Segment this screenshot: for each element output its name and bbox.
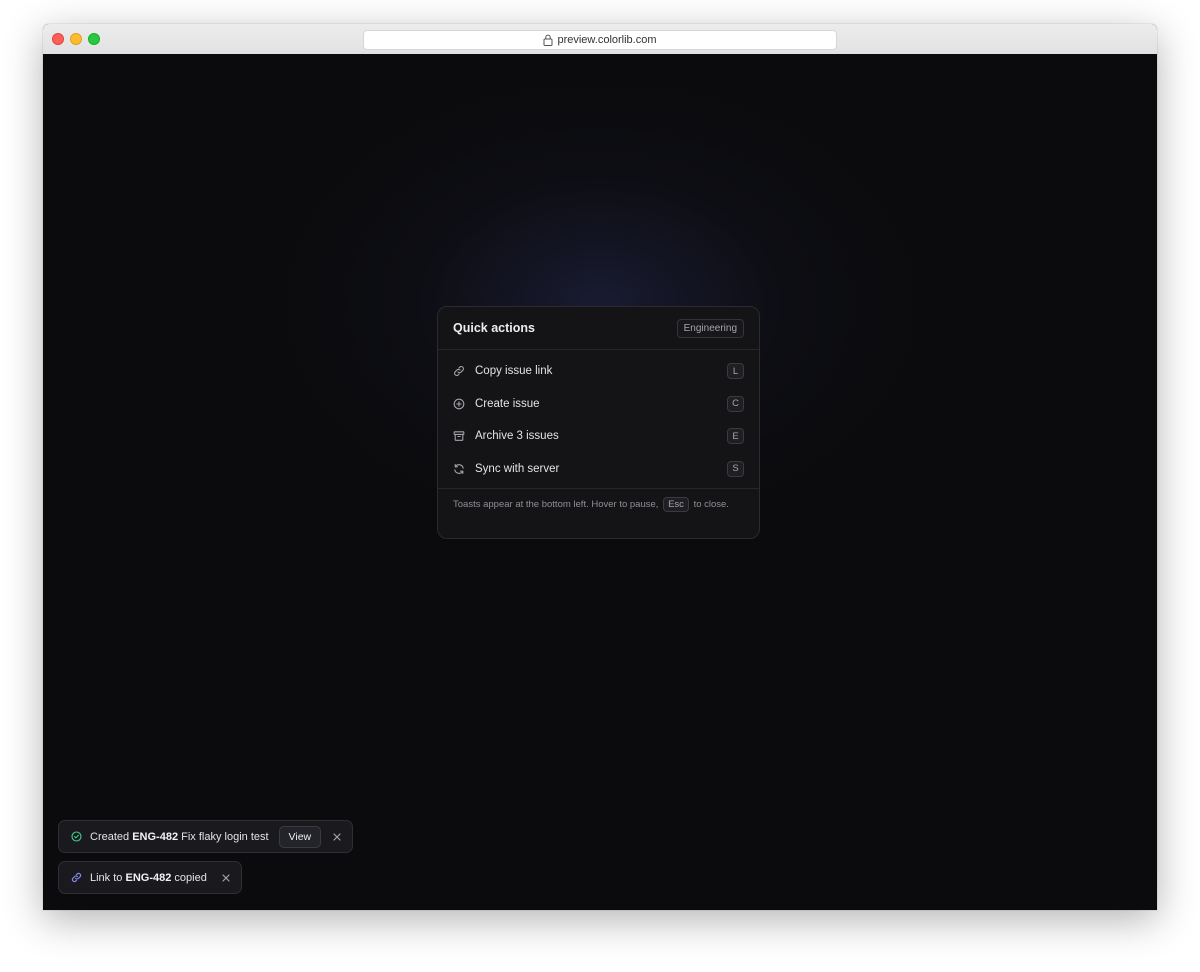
close-icon[interactable] — [221, 873, 231, 883]
toast-suffix: copied — [174, 871, 207, 884]
archive-icon — [453, 430, 465, 442]
action-sync-with-server[interactable]: Sync with server S — [438, 453, 759, 486]
browser-window: preview.colorlib.com Quick actions Engin… — [43, 24, 1157, 910]
action-label: Archive 3 issues — [475, 430, 559, 443]
action-copy-issue-link[interactable]: Copy issue link L — [438, 355, 759, 388]
shortcut-key: S — [727, 460, 744, 477]
minimize-window-button[interactable] — [70, 33, 82, 45]
shortcut-key: L — [727, 363, 744, 380]
toast-prefix: Link to — [90, 871, 123, 884]
plus-circle-icon — [453, 398, 465, 410]
action-label: Create issue — [475, 397, 540, 410]
toast-message: Link to ENG-482 copied — [90, 872, 207, 884]
maximize-window-button[interactable] — [88, 33, 100, 45]
footer-text-end: to close. — [693, 499, 729, 510]
link-icon — [71, 872, 82, 883]
link-icon — [453, 365, 465, 377]
shortcut-key: C — [727, 395, 744, 412]
close-window-button[interactable] — [52, 33, 64, 45]
panel-header: Quick actions Engineering — [438, 307, 759, 350]
close-icon[interactable] — [332, 832, 342, 842]
action-archive-issues[interactable]: Archive 3 issues E — [438, 420, 759, 453]
team-badge[interactable]: Engineering — [676, 318, 744, 338]
check-circle-icon — [71, 831, 82, 842]
address-bar[interactable]: preview.colorlib.com — [363, 30, 837, 50]
esc-key: Esc — [663, 497, 689, 512]
toast-issue-id: ENG-482 — [125, 871, 172, 884]
toast-link-copied: Link to ENG-482 copied — [58, 861, 242, 894]
toast-message: Created ENG-482 Fix flaky login test — [90, 831, 269, 843]
footer-text: Toasts appear at the bottom left. Hover … — [453, 499, 659, 510]
panel-footer: Toasts appear at the bottom left. Hover … — [438, 488, 759, 513]
toast-suffix: Fix flaky login test — [181, 830, 269, 843]
action-create-issue[interactable]: Create issue C — [438, 388, 759, 421]
toast-prefix: Created — [90, 830, 130, 843]
action-label: Sync with server — [475, 462, 560, 475]
toast-created-issue: Created ENG-482 Fix flaky login test Vie… — [58, 820, 353, 853]
panel-title: Quick actions — [453, 321, 535, 335]
action-label: Copy issue link — [475, 365, 553, 378]
browser-titlebar: preview.colorlib.com — [43, 24, 1157, 55]
lock-icon — [543, 34, 553, 46]
refresh-icon — [453, 463, 465, 475]
page-viewport: Quick actions Engineering Copy issue lin… — [43, 54, 1157, 910]
toast-issue-id: ENG-482 — [132, 830, 179, 843]
url-text: preview.colorlib.com — [557, 34, 657, 46]
shortcut-key: E — [727, 428, 744, 445]
quick-actions-panel: Quick actions Engineering Copy issue lin… — [437, 306, 760, 539]
view-button[interactable]: View — [278, 825, 322, 848]
action-list: Copy issue link L Create issue C Archive… — [438, 350, 759, 485]
